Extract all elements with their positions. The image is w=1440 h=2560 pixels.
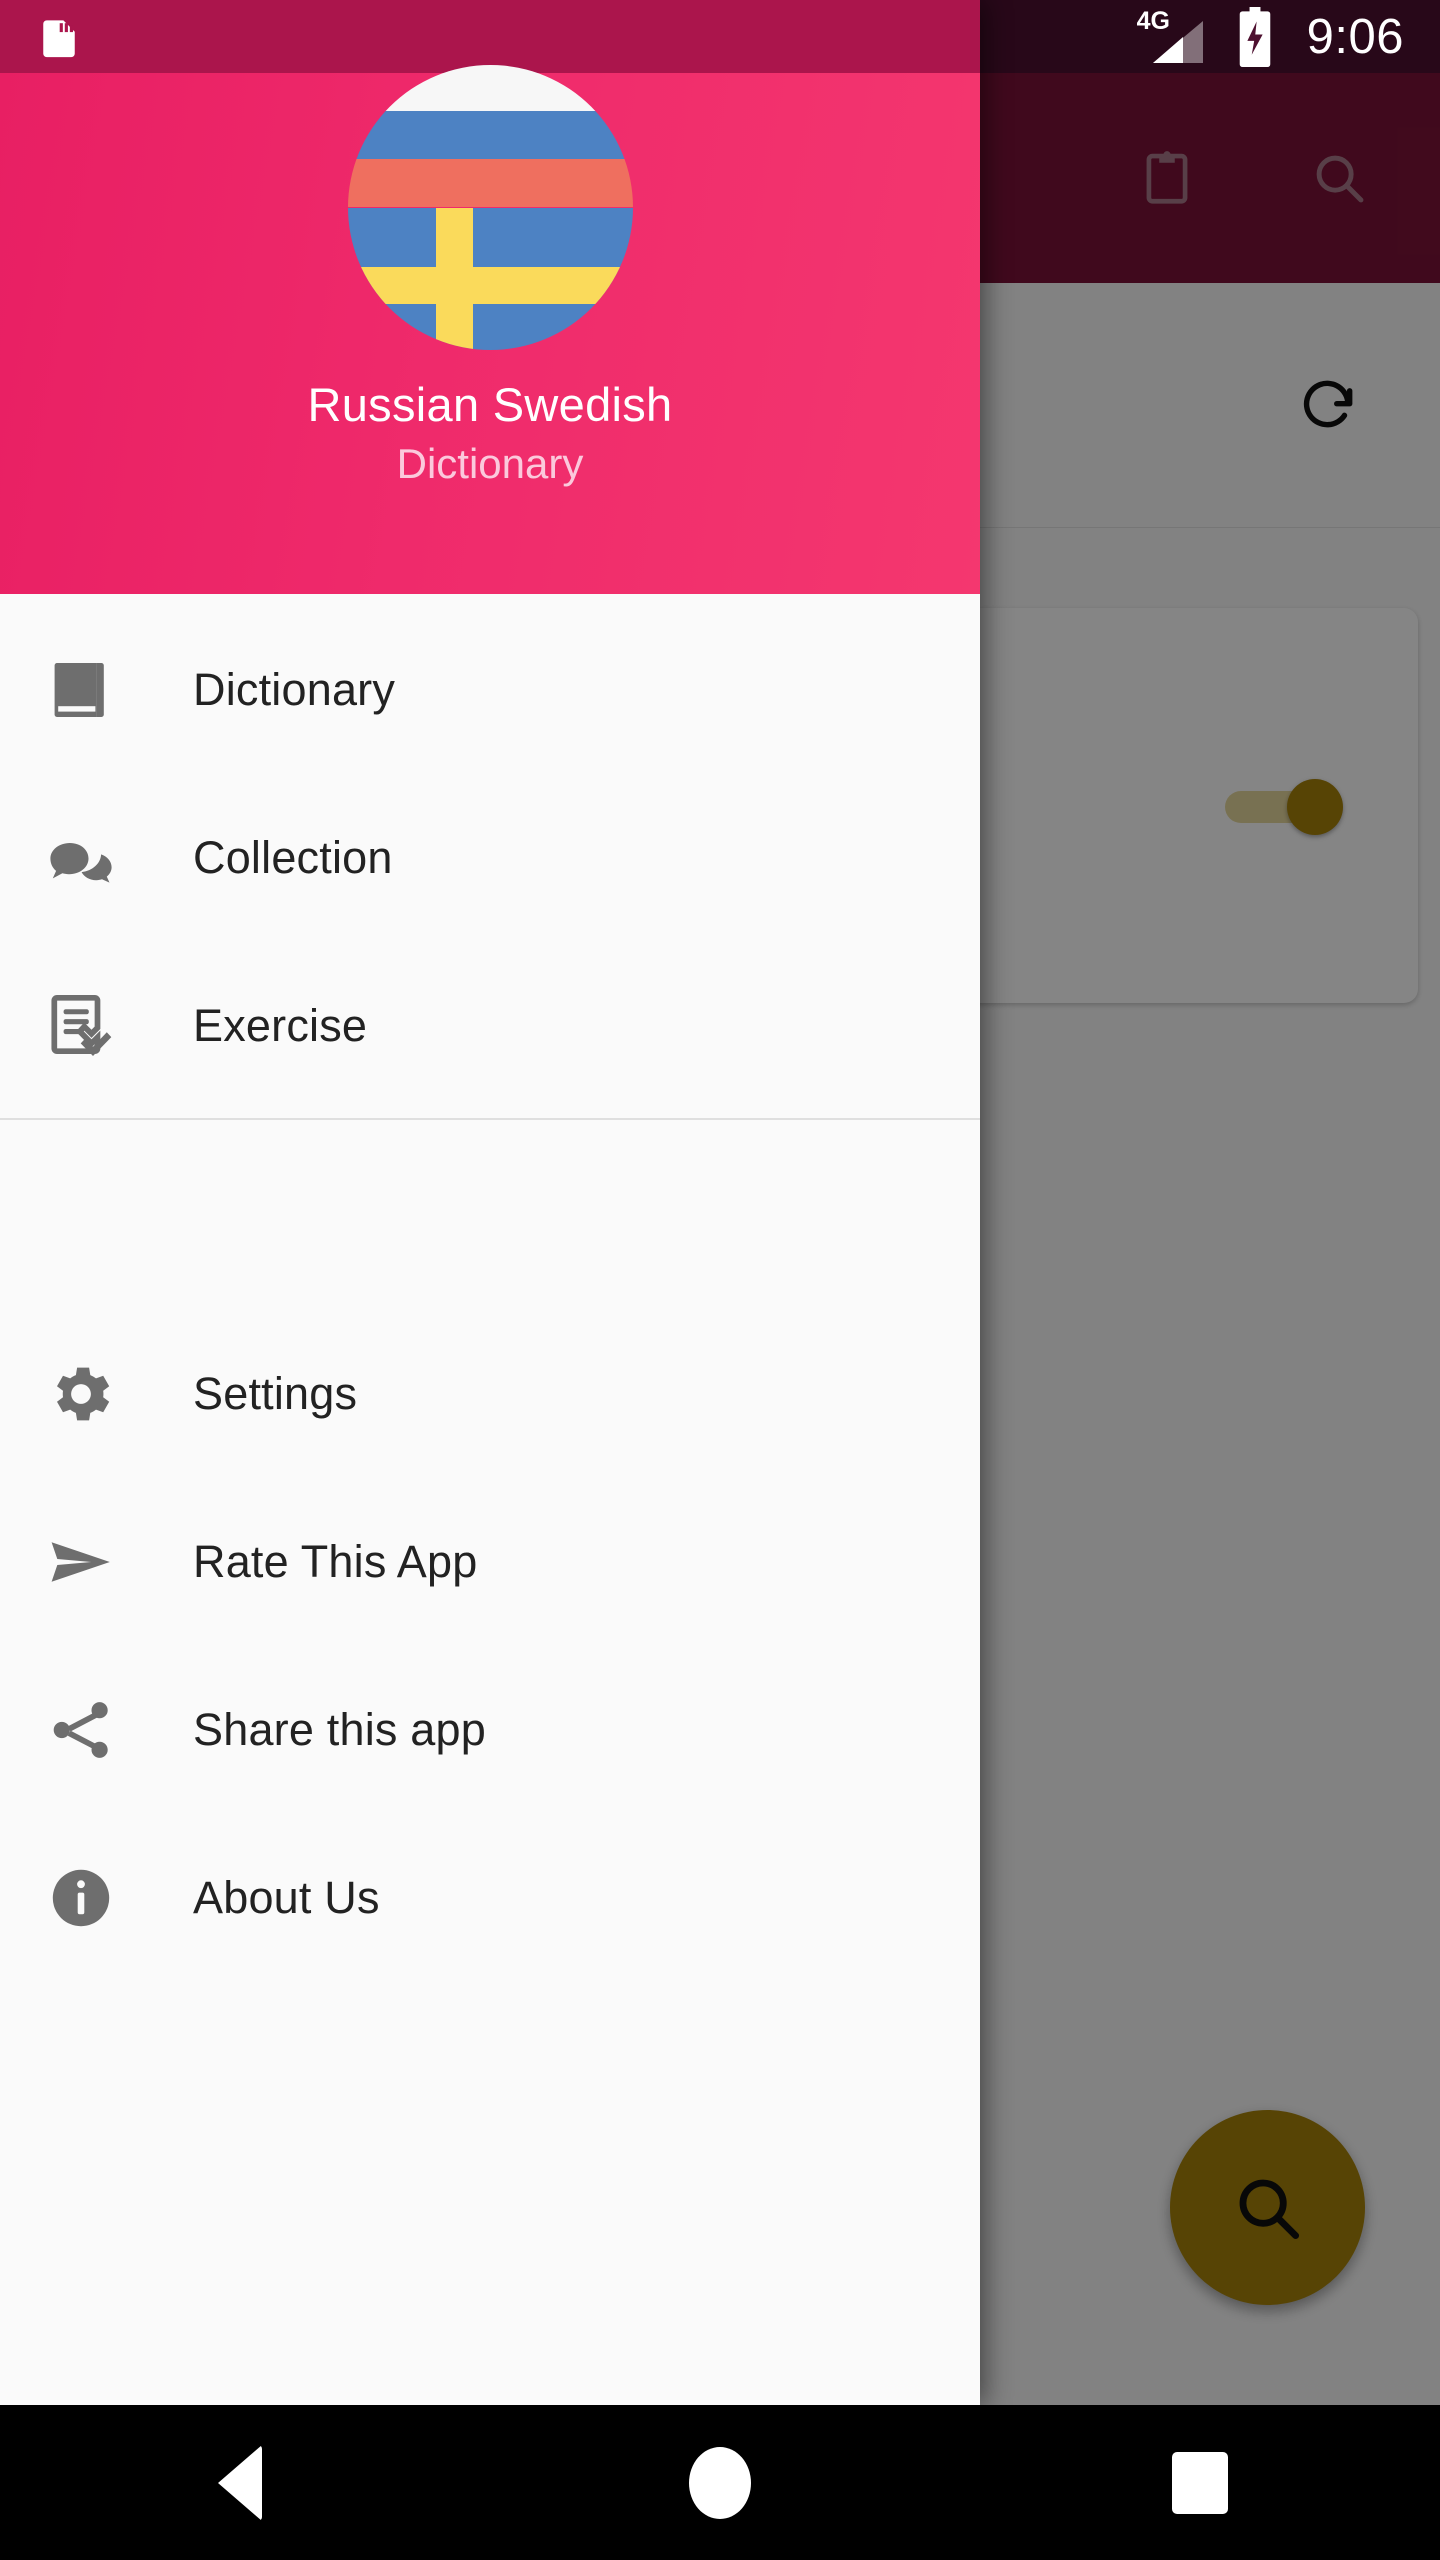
checklist-icon (45, 986, 153, 1066)
sidebar-item-label: About Us (193, 1872, 380, 1923)
search-icon[interactable] (1308, 147, 1370, 209)
info-circle-icon (45, 1858, 153, 1938)
back-triangle-icon (218, 2444, 262, 2521)
phone-screen: Russian Swedish Dictionary Dictionary Co… (0, 0, 1440, 2560)
sidebar-item-label: Share this app (193, 1704, 486, 1755)
sidebar-item-label: Dictionary (193, 664, 396, 715)
signal-bars-icon: 4G (1137, 8, 1203, 63)
russian-swedish-flag-avatar (347, 65, 633, 350)
flag-stripe-blue (347, 110, 633, 160)
sidebar-item-settings[interactable]: Settings (0, 1310, 980, 1478)
flag-stripe-red (347, 159, 633, 208)
recents-square-icon (1172, 2451, 1228, 2514)
sidebar-item-exercise[interactable]: Exercise (0, 942, 980, 1110)
sidebar-item-label: Rate This App (193, 1536, 478, 1587)
sidebar-item-label: Collection (193, 832, 393, 883)
sidebar-item-collection[interactable]: Collection (0, 774, 980, 942)
sidebar-item-dictionary[interactable]: Dictionary (0, 606, 980, 774)
drawer-status-bar (0, 0, 980, 73)
flag-stripe-white (347, 65, 633, 111)
chat-bubbles-icon (45, 818, 153, 898)
flag-swedish-cross-horizontal (347, 267, 633, 305)
home-circle-icon (689, 2446, 751, 2519)
sidebar-item-about-us[interactable]: About Us (0, 1814, 980, 1982)
send-icon (45, 1522, 153, 1602)
sidebar-item-rate-this-app[interactable]: Rate This App (0, 1478, 980, 1646)
gear-icon (45, 1354, 153, 1434)
flag-swedish-cross-vertical (435, 207, 473, 350)
drawer-title: Russian Swedish (307, 378, 673, 431)
clipboard-icon[interactable] (1136, 147, 1198, 209)
sidebar-item-label: Settings (193, 1368, 358, 1419)
search-icon (1239, 2179, 1299, 2239)
status-bar-clock: 9:06 (1306, 9, 1404, 64)
book-icon (45, 650, 153, 730)
signal-fill (1152, 36, 1183, 63)
drawer-menu-list: Dictionary Collection Exercise Settings … (0, 594, 980, 2405)
battery-charging-icon (1233, 6, 1277, 67)
nav-recents-button[interactable] (1140, 2423, 1260, 2543)
navigation-drawer: Russian Swedish Dictionary Dictionary Co… (0, 0, 980, 2405)
toggle-thumb (1287, 778, 1343, 835)
system-navigation-bar (0, 2405, 1440, 2560)
refresh-icon[interactable] (1298, 374, 1360, 436)
status-bar: 4G 9:06 (1137, 0, 1440, 73)
drawer-group-spacer (0, 1120, 980, 1310)
nav-home-button[interactable] (660, 2423, 780, 2543)
sidebar-item-label: Exercise (193, 1000, 368, 1051)
sd-card-icon (38, 12, 80, 62)
nav-back-button[interactable] (180, 2423, 300, 2543)
toggle-switch[interactable] (1225, 777, 1343, 835)
share-icon (45, 1690, 153, 1770)
search-fab-button[interactable] (1170, 2110, 1365, 2305)
drawer-subtitle: Dictionary (396, 440, 584, 488)
drawer-header: Russian Swedish Dictionary (0, 65, 980, 594)
sidebar-item-share-this-app[interactable]: Share this app (0, 1646, 980, 1814)
